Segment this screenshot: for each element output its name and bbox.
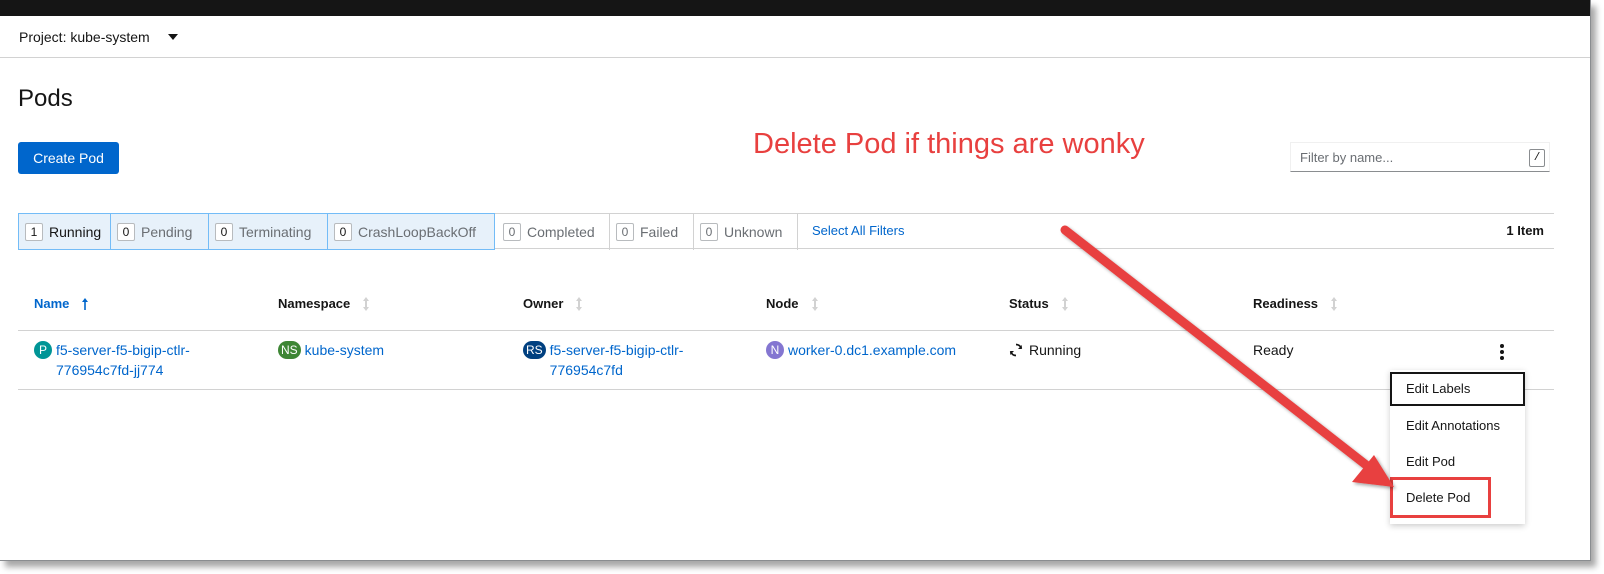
column-header-owner[interactable]: Owner [523, 296, 583, 311]
column-header-name[interactable]: Name [34, 296, 89, 311]
filter-completed[interactable]: 0 Completed [497, 213, 610, 250]
caret-down-icon[interactable] [167, 33, 178, 40]
filter-failed[interactable]: 0 Failed [610, 213, 694, 250]
menu-item-edit-pod[interactable]: Edit Pod [1390, 445, 1525, 479]
filter-input[interactable] [1298, 148, 1522, 166]
cell-name: P f5-server-f5-bigip-ctlr- 776954c7fd-jj… [34, 340, 190, 380]
pod-badge: P [34, 341, 52, 359]
filter-label: Completed [527, 223, 595, 240]
sort-icon [1331, 296, 1338, 311]
filter-count: 0 [117, 222, 135, 241]
filter-count: 1 [25, 222, 43, 241]
divider [18, 330, 1554, 331]
pod-name-link[interactable]: f5-server-f5-bigip-ctlr- 776954c7fd-jj77… [56, 340, 190, 380]
owner-link[interactable]: f5-server-f5-bigip-ctlr- 776954c7fd [550, 340, 684, 380]
status-filter-bar: 1 Running 0 Pending 0 Terminating 0 Cras… [18, 213, 1554, 250]
filter-label: Terminating [239, 223, 312, 240]
cell-status: Running [1009, 340, 1081, 360]
create-pod-button[interactable]: Create Pod [18, 142, 119, 174]
column-label: Name [34, 296, 70, 311]
project-selector[interactable]: Project: kube-system [19, 29, 150, 45]
filter-count: 0 [616, 222, 634, 241]
filter-label: Failed [640, 223, 679, 240]
filter-running[interactable]: 1 Running [18, 213, 111, 250]
column-label: Readiness [1253, 296, 1319, 311]
column-label: Owner [523, 296, 564, 311]
divider [18, 389, 1554, 390]
filter-count: 0 [700, 222, 718, 241]
column-header-status[interactable]: Status [1009, 296, 1069, 311]
masthead [0, 0, 1590, 16]
sort-icon [576, 296, 583, 311]
owner-line: f5-server-f5-bigip-ctlr- [549, 342, 684, 358]
sort-ascending-icon [82, 297, 89, 310]
filter-crashloopbackoff[interactable]: 0 CrashLoopBackOff [327, 213, 495, 250]
select-all-filters-link[interactable]: Select All Filters [812, 223, 904, 238]
replicaset-badge: RS [523, 341, 546, 359]
filter-label: CrashLoopBackOff [358, 223, 477, 240]
namespace-link[interactable]: kube-system [305, 340, 384, 360]
node-badge: N [766, 341, 784, 359]
node-link[interactable]: worker-0.dc1.example.com [788, 340, 956, 360]
sync-icon [1009, 343, 1023, 357]
filter-count: 0 [334, 222, 352, 241]
owner-line: 776954c7fd [549, 362, 623, 378]
filter-by-name-field[interactable]: / [1290, 142, 1550, 172]
cell-readiness: Ready [1253, 340, 1293, 360]
annotation-text: Delete Pod if things are wonky [753, 128, 1145, 160]
readiness-text: Ready [1253, 342, 1294, 358]
column-label: Namespace [278, 296, 351, 311]
pod-name-line: f5-server-f5-bigip-ctlr- [56, 342, 190, 358]
column-header-namespace[interactable]: Namespace [278, 296, 370, 311]
filter-terminating[interactable]: 0 Terminating [208, 213, 328, 250]
namespace-badge: NS [278, 341, 301, 359]
filter-count: 0 [215, 222, 233, 241]
annotation-highlight-box [1390, 477, 1491, 518]
filter-label: Pending [141, 223, 193, 240]
project-bar: Project: kube-system [0, 16, 1590, 58]
sort-icon [1061, 296, 1068, 311]
page-title: Pods [18, 85, 73, 112]
status-text: Running [1029, 342, 1082, 358]
filter-count: 0 [503, 222, 521, 241]
sort-icon [363, 296, 370, 311]
filter-label: Unknown [724, 223, 783, 240]
kebab-menu-icon[interactable] [1498, 344, 1506, 360]
filter-label: Running [49, 223, 102, 240]
menu-item-edit-labels[interactable]: Edit Labels [1390, 372, 1525, 406]
cell-owner: RS f5-server-f5-bigip-ctlr- 776954c7fd [523, 340, 683, 380]
column-label: Status [1009, 296, 1049, 311]
menu-item-edit-annotations[interactable]: Edit Annotations [1390, 409, 1525, 443]
sort-icon [811, 296, 818, 311]
filter-pending[interactable]: 0 Pending [110, 213, 209, 250]
column-label: Node [766, 296, 799, 311]
cell-node: N worker-0.dc1.example.com [766, 340, 956, 360]
item-count: 1 Item [1506, 223, 1544, 238]
pod-name-line: 776954c7fd-jj774 [56, 362, 164, 378]
console-window: Project: kube-system Pods Create Pod Del… [0, 0, 1591, 561]
filter-unknown[interactable]: 0 Unknown [694, 213, 798, 250]
keyboard-shortcut-hint: / [1529, 149, 1545, 167]
column-header-readiness[interactable]: Readiness [1253, 296, 1338, 311]
column-header-node[interactable]: Node [766, 296, 819, 311]
cell-namespace: NS kube-system [278, 340, 384, 360]
